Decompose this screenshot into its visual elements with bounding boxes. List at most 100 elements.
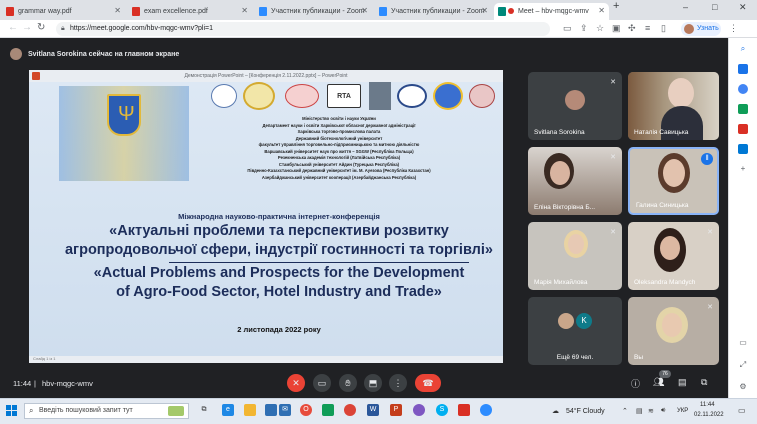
zoom-taskbar-icon[interactable]: [480, 404, 492, 416]
viber-icon[interactable]: [413, 404, 425, 416]
update-button[interactable]: Узнать: [681, 22, 721, 36]
store-icon[interactable]: [265, 404, 277, 416]
camera-icon[interactable]: ▭: [563, 23, 572, 34]
mic-off-icon: ✕: [707, 304, 713, 311]
office-icon[interactable]: [738, 124, 748, 134]
bookmark-icon[interactable]: ☆: [596, 23, 604, 34]
tab-title: grammar way.pdf: [18, 8, 72, 15]
close-icon[interactable]: ✕: [361, 6, 368, 15]
powerpoint-icon: [32, 72, 40, 80]
share-icon[interactable]: ⇪: [580, 23, 588, 34]
reading-list-icon[interactable]: ≡: [645, 23, 650, 33]
edge-icon[interactable]: e: [222, 404, 234, 416]
word-icon[interactable]: W: [367, 404, 379, 416]
browser-tab-3[interactable]: Участник публикации - Zoom ✕: [255, 3, 372, 20]
tools-icon[interactable]: [738, 104, 748, 114]
settings-icon[interactable]: ⚙: [738, 382, 748, 392]
lock-icon: 🔒︎: [61, 25, 65, 32]
trident-icon: Ψ: [118, 103, 135, 125]
opera-icon[interactable]: O: [300, 404, 312, 416]
close-icon[interactable]: ✕: [481, 6, 488, 15]
outlook-icon[interactable]: [738, 144, 748, 154]
wifi-icon[interactable]: ≋: [648, 407, 654, 415]
puzzle-icon[interactable]: ✣: [628, 23, 636, 34]
task-view-icon[interactable]: ⧉: [198, 404, 210, 416]
search-icon[interactable]: ⌕: [738, 44, 748, 54]
participant-name: Svitlana Sorokina: [534, 129, 585, 136]
chrome-icon[interactable]: [344, 404, 356, 416]
close-icon[interactable]: ✕: [241, 6, 248, 15]
file-explorer-icon[interactable]: [244, 404, 256, 416]
tab-title: Meet – hbv-mqgc-wmv: [518, 8, 589, 15]
participant-tile[interactable]: ✕ Марія Михайлова: [528, 222, 622, 290]
divider: [169, 262, 469, 263]
participant-tile[interactable]: ✕ Oleksandra Mandych: [628, 222, 719, 290]
clock-date[interactable]: 02.11.2022: [694, 412, 724, 418]
close-icon[interactable]: ✕: [598, 6, 605, 15]
language-indicator[interactable]: УКР: [677, 408, 688, 414]
more-options-button[interactable]: ⋮: [389, 374, 407, 392]
add-icon[interactable]: +: [738, 164, 748, 174]
weather-text[interactable]: 54°F Cloudy: [566, 408, 605, 415]
new-tab-button[interactable]: +: [613, 0, 619, 12]
conference-date: 2 листопада 2022 року: [237, 325, 321, 334]
notifications-icon[interactable]: ▭: [738, 406, 746, 415]
mic-off-icon: ✕: [610, 154, 616, 161]
chat-icon[interactable]: ▤: [678, 377, 687, 388]
search-icon: ⌕: [29, 406, 34, 415]
pdf-reader-icon[interactable]: [458, 404, 470, 416]
games-icon[interactable]: [738, 84, 748, 94]
participant-tile[interactable]: ✕ Svitlana Sorokina: [528, 72, 622, 140]
participant-tile[interactable]: ⦀ Галина Синицька: [628, 147, 719, 215]
powerpoint-taskbar-icon[interactable]: P: [390, 404, 402, 416]
volume-icon[interactable]: 🔊︎: [661, 407, 665, 415]
teams-icon[interactable]: [322, 404, 334, 416]
people-icon[interactable]: 👥︎: [653, 377, 664, 388]
windows-start-icon[interactable]: [6, 405, 17, 416]
maximize-button[interactable]: □: [712, 2, 717, 12]
network-icon[interactable]: ▤: [636, 407, 643, 415]
mic-off-icon: ✕: [610, 229, 616, 236]
present-button[interactable]: ⬒: [364, 374, 382, 392]
participant-name: Галина Синицька: [636, 202, 689, 209]
sidebar-icon[interactable]: ▯: [661, 23, 666, 34]
self-tile[interactable]: ✕ Вы: [628, 297, 719, 365]
tag-icon[interactable]: [738, 64, 748, 74]
browser-tab-1[interactable]: grammar way.pdf ✕: [2, 3, 125, 20]
avatar: [558, 313, 574, 329]
mail-icon[interactable]: ✉: [279, 404, 291, 416]
raise-hand-button[interactable]: ✋︎: [339, 374, 357, 392]
info-icon[interactable]: ⓘ: [631, 377, 640, 390]
clock-time[interactable]: 11:44: [700, 402, 715, 408]
participant-tile[interactable]: Наталія Савицька: [628, 72, 719, 140]
leave-call-button[interactable]: ☎︎: [415, 374, 441, 392]
activities-icon[interactable]: ⧉: [701, 377, 707, 388]
taskbar-search[interactable]: ⌕ Введіть пошуковий запит тут: [24, 403, 189, 419]
minimize-button[interactable]: –: [683, 2, 688, 12]
tab-title: Участник публикации - Zoom: [391, 8, 485, 15]
camera-toggle-button[interactable]: ▭: [313, 374, 331, 392]
browser-tab-4[interactable]: Участник публикации - Zoom ✕: [375, 3, 492, 20]
browser-tab-strip: grammar way.pdf ✕ exam excellence.pdf ✕ …: [0, 0, 757, 20]
close-icon[interactable]: ✕: [114, 6, 121, 15]
forward-icon[interactable]: →: [22, 22, 32, 33]
browser-tab-5[interactable]: Meet – hbv-mqgc-wmv ✕: [494, 3, 609, 20]
others-tile[interactable]: K Ещё 69 чел.: [528, 297, 622, 365]
open-external-icon[interactable]: ⤢: [738, 360, 748, 370]
participant-face: [663, 159, 685, 187]
split-screen-icon[interactable]: ▭: [738, 338, 748, 348]
tray-chevron-icon[interactable]: ⌃: [622, 407, 628, 415]
mic-toggle-button[interactable]: ✕: [287, 374, 305, 392]
zoom-icon: [379, 7, 387, 16]
back-icon[interactable]: ←: [8, 22, 18, 33]
close-window-button[interactable]: ✕: [739, 2, 747, 13]
menu-icon[interactable]: ⋮: [729, 23, 738, 34]
reload-icon[interactable]: ↻: [37, 22, 45, 33]
extension-icon[interactable]: ▣: [612, 23, 621, 34]
skype-icon[interactable]: S: [436, 404, 448, 416]
title-en-line-1: «Actual Problems and Prospects for the D…: [93, 265, 465, 281]
tab-title: exam excellence.pdf: [144, 8, 208, 15]
browser-tab-2[interactable]: exam excellence.pdf ✕: [128, 3, 252, 20]
url-field[interactable]: 🔒︎ https://meet.google.com/hbv-mqgc-wmv?…: [56, 22, 550, 36]
participant-tile[interactable]: ✕ Еліна Вікторівна Б...: [528, 147, 622, 215]
